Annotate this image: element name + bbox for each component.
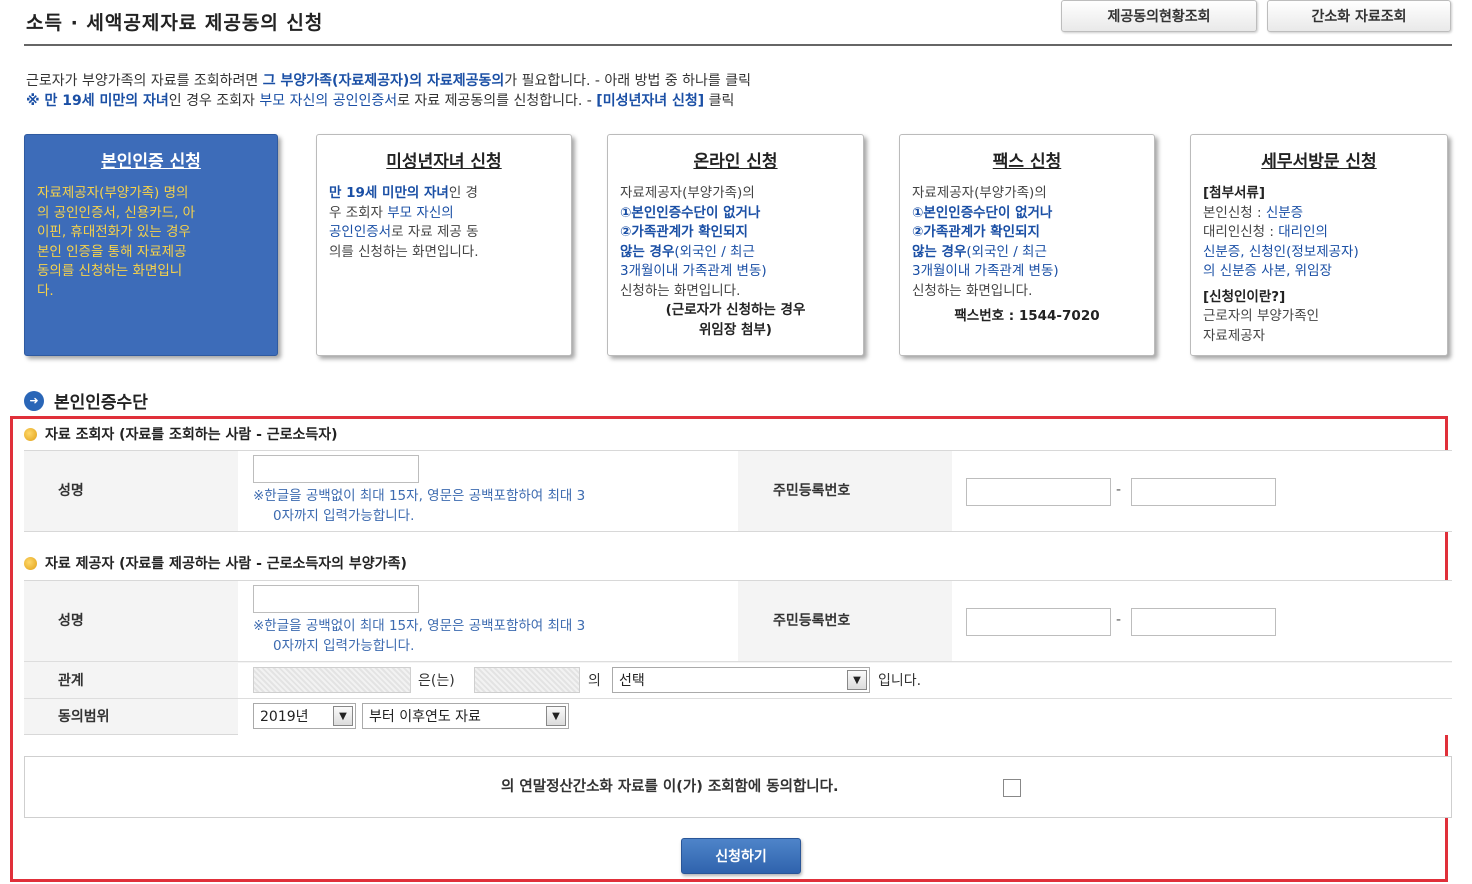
relation-eun-text: 은(는)	[418, 673, 455, 689]
intro-line-2: ※ 만 19세 미만의 자녀인 경우 조회자 부모 자신의 공인인증서로 자료 …	[26, 93, 735, 109]
provider-rrn-back-input[interactable]	[1131, 608, 1276, 636]
card-tax-office[interactable]: 세무서방문 신청 [첨부서류] 본인신청 : 신분증 대리인신청 : 대리인의 …	[1190, 134, 1448, 356]
card-tax-office-title[interactable]: 세무서방문 신청	[1203, 147, 1435, 172]
card-online-desc: 자료제공자(부양가족)의 ①본인인증수단이 없거나 ②가족관계가 확인되지 않는…	[620, 185, 806, 338]
relation-end-text: 입니다.	[878, 673, 922, 689]
consent-status-button[interactable]: 제공동의현황조회	[1061, 0, 1257, 32]
card-self-auth-desc: 자료제공자(부양가족) 명의 의 공인인증서, 신용카드, 아 이핀, 휴대전화…	[37, 185, 196, 299]
title-divider	[24, 44, 1452, 46]
viewer-name-hint: ※한글을 공백없이 최대 15자, 영문은 공백포함하여 최대 3 0자까지 입…	[253, 488, 586, 524]
card-minor-desc: 만 19세 미만의 자녀인 경 우 조회자 부모 자신의 공인인증서로 자료 제…	[329, 185, 479, 260]
viewer-rrn-dash: -	[1116, 482, 1122, 498]
chevron-down-icon[interactable]: ▼	[847, 670, 867, 690]
viewer-rrn-label: 주민등록번호	[773, 483, 851, 499]
card-self-auth[interactable]: 본인인증 신청 자료제공자(부양가족) 명의 의 공인인증서, 신용카드, 아 …	[24, 134, 278, 356]
provider-name-label: 성명	[58, 613, 84, 629]
card-fax[interactable]: 팩스 신청 자료제공자(부양가족)의 ①본인인증수단이 없거나 ②가족관계가 확…	[899, 134, 1155, 356]
minor-apply-link[interactable]: [미성년자녀 신청]	[596, 93, 704, 109]
bullet-dot-icon	[24, 556, 37, 570]
provider-name-hint: ※한글을 공백없이 최대 15자, 영문은 공백포함하여 최대 3 0자까지 입…	[253, 618, 586, 654]
card-online[interactable]: 온라인 신청 자료제공자(부양가족)의 ①본인인증수단이 없거나 ②가족관계가 …	[607, 134, 864, 356]
range-label: 동의범위	[58, 709, 110, 725]
card-online-title[interactable]: 온라인 신청	[620, 147, 851, 172]
relation-viewer-field	[253, 667, 411, 693]
provider-rrn-dash: -	[1116, 612, 1122, 628]
intro-line-1: 근로자가 부양가족의 자료를 조회하려면 그 부양가족(자료제공자)의 자료제공…	[26, 73, 752, 89]
provider-form	[24, 580, 1452, 735]
provider-rrn-label: 주민등록번호	[773, 613, 851, 629]
relation-ui-text: 의	[588, 673, 601, 689]
card-minor-title[interactable]: 미성년자녀 신청	[329, 147, 559, 172]
card-fax-desc: 자료제공자(부양가족)의 ①본인인증수단이 없거나 ②가족관계가 확인되지 않는…	[912, 185, 1100, 324]
section-auth-method: ➜ 본인인증수단	[24, 388, 148, 413]
agree-checkbox[interactable]	[1003, 779, 1021, 797]
chevron-down-icon[interactable]: ▼	[546, 706, 566, 726]
relation-label: 관계	[58, 673, 84, 689]
card-self-auth-title[interactable]: 본인인증 신청	[37, 147, 265, 172]
viewer-name-input[interactable]	[253, 455, 419, 483]
range-select[interactable]: 부터 이후연도 자료 ▼	[362, 703, 569, 729]
provider-heading: 자료 제공자 (자료를 제공하는 사람 - 근로소득자의 부양가족)	[24, 553, 407, 573]
relation-select[interactable]: 선택 ▼	[612, 667, 870, 693]
bullet-dot-icon	[24, 427, 37, 441]
agreement-box: 의 연말정산간소화 자료를 이(가) 조회함에 동의합니다.	[24, 756, 1452, 818]
submit-button[interactable]: 신청하기	[681, 838, 801, 874]
provider-rrn-front-input[interactable]	[966, 608, 1111, 636]
provider-name-input[interactable]	[253, 585, 419, 613]
year-select[interactable]: 2019년 ▼	[253, 703, 356, 729]
viewer-name-label: 성명	[58, 483, 84, 499]
card-tax-office-desc: [첨부서류] 본인신청 : 신분증 대리인신청 : 대리인의 신분증, 신청인(…	[1203, 185, 1359, 344]
viewer-rrn-back-input[interactable]	[1131, 478, 1276, 506]
viewer-rrn-front-input[interactable]	[966, 478, 1111, 506]
relation-provider-field	[474, 667, 580, 693]
simplified-data-button[interactable]: 간소화 자료조회	[1267, 0, 1451, 32]
card-fax-title[interactable]: 팩스 신청	[912, 147, 1142, 172]
viewer-heading: 자료 조회자 (자료를 조회하는 사람 - 근로소득자)	[24, 424, 338, 444]
agreement-text: 의 연말정산간소화 자료를 이(가) 조회함에 동의합니다.	[501, 779, 839, 795]
page-title: 소득 · 세액공제자료 제공동의 신청	[26, 12, 324, 34]
chevron-down-icon[interactable]: ▼	[333, 706, 353, 726]
card-minor[interactable]: 미성년자녀 신청 만 19세 미만의 자녀인 경 우 조회자 부모 자신의 공인…	[316, 134, 572, 356]
arrow-circle-icon: ➜	[24, 390, 44, 411]
